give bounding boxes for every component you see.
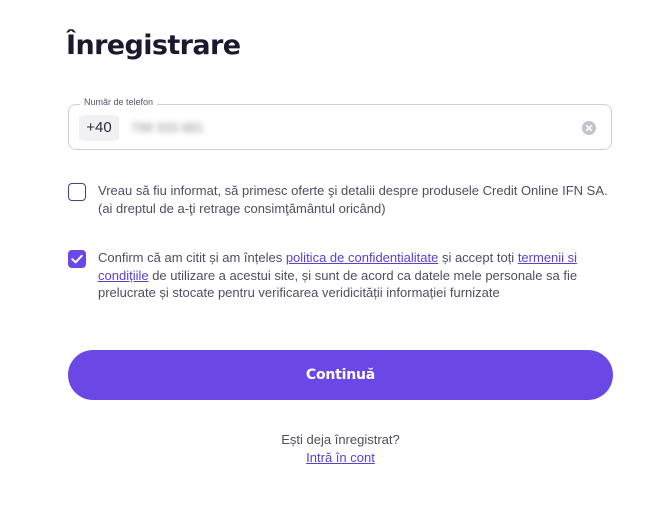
registration-page: Înregistrare Număr de telefon +40 Vreau … (0, 0, 666, 507)
terms-consent-checkbox[interactable] (68, 250, 86, 268)
marketing-consent-text: Vreau să fiu informat, să primesc oferte… (98, 183, 608, 216)
login-prompt: Ești deja înregistrat? (281, 432, 400, 447)
marketing-consent-checkbox[interactable] (68, 183, 86, 201)
country-prefix[interactable]: +40 (79, 115, 119, 141)
terms-consent-text: Confirm că am citit și am înțeles politi… (98, 249, 608, 302)
phone-label: Număr de telefon (80, 97, 158, 107)
login-link-wrapper: Intră în cont (68, 450, 613, 465)
clear-icon[interactable] (582, 121, 596, 135)
terms-text-part-1: Confirm că am citit și am înțeles (98, 250, 286, 265)
login-link[interactable]: Intră în cont (306, 450, 375, 465)
terms-text-part-2: și accept toți (438, 250, 518, 265)
phone-input[interactable] (131, 114, 551, 140)
page-title: Înregistrare (66, 30, 241, 61)
privacy-policy-link[interactable]: politica de confidentialitate (286, 250, 439, 265)
continue-button[interactable]: Continuă (68, 350, 613, 400)
terms-text-part-3: de utilizare a acestui site, și sunt de … (98, 267, 578, 301)
phone-field[interactable]: Număr de telefon +40 (68, 97, 612, 150)
checkmark-icon (71, 254, 83, 264)
